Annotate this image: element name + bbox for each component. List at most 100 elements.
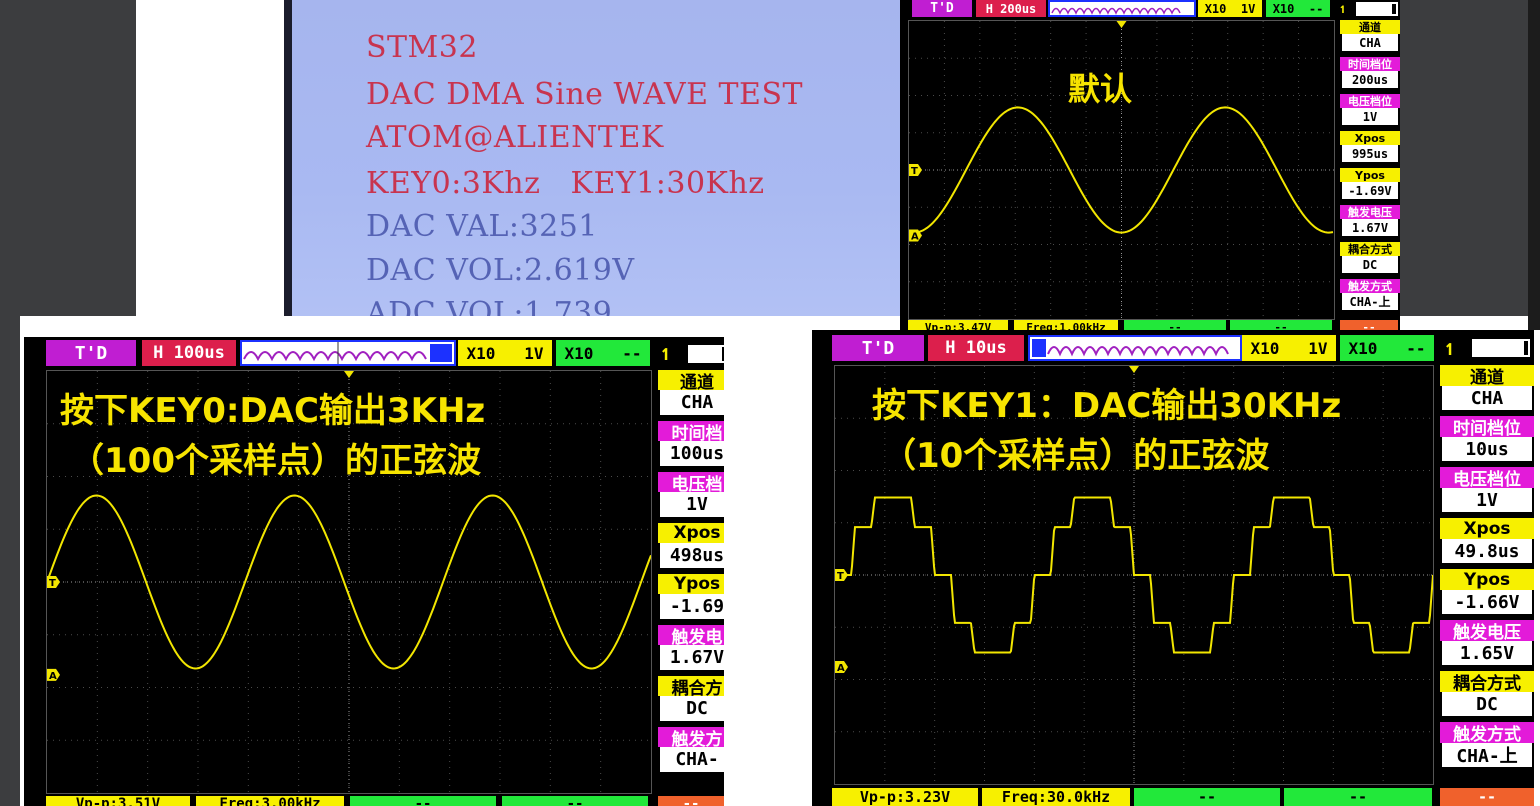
side-label[interactable]: Ypos [1340,168,1400,182]
side-label[interactable]: 耦合方式 [1440,671,1534,694]
waveform-overview [1028,335,1242,361]
scope-3khz: T'D H 100us X10 1V X10 -- ↿ TA 通道 CHA 时间档 1… [24,337,724,806]
side-label[interactable]: 电压档位 [1440,467,1534,490]
probe-label: X10 [1204,1,1227,16]
trigger-position-icon [1129,366,1139,373]
freq-readout: Freq:3.00kHz [196,796,344,806]
side-value: CHA [1342,34,1398,51]
side-value: 1.67V [660,645,724,670]
annotation-30khz-line2: （10个采样点）的正弦波 [882,436,1270,476]
lcd-line-1: STM32 [366,30,478,65]
trigger-position-icon [344,371,354,378]
side-label[interactable]: 时间档位 [1340,57,1400,71]
side-value: 10us [1442,437,1532,461]
side-label[interactable]: 触发方 [658,727,724,750]
side-value: 995us [1342,145,1398,162]
extra-readout-1: -- [350,796,496,806]
side-label[interactable]: 通道 [1340,20,1400,34]
side-label[interactable]: 通道 [1440,365,1534,388]
battery-icon [1356,2,1398,16]
annotation-3khz-line1: 按下KEY0:DAC输出3KHz [60,391,486,431]
side-value: 100us [660,441,724,466]
side-label[interactable]: 触发电压 [1440,620,1534,643]
extra-readout-3: -- [1340,320,1398,330]
trigger-marker-label: T [837,571,844,582]
trigger-position-icon [1116,21,1127,28]
extra-readout-2: -- [1284,788,1432,806]
probe2-badge: X10 -- [556,340,650,366]
side-label[interactable]: 触发电压 [1340,205,1400,219]
waveform-overview [240,340,456,366]
trigger-edge-icon: ↿ [1338,0,1348,17]
side-value: DC [1342,256,1398,273]
side-panel: 通道 CHA 时间档 100us 电压档 1V Xpos 498us Ypos -1.69 触发电 1… [658,370,724,778]
channel-marker-label: A [49,671,57,682]
probe-badge: X10 1V [458,340,552,366]
side-value: 49.8us [1442,539,1532,563]
vpp-readout: Vp-p:3.47V [908,320,1008,330]
timebase-badge: H 200us [976,0,1046,17]
annotation-default: 默认 [1068,70,1133,108]
extra-readout-1: -- [1134,788,1280,806]
overview-wave [1051,7,1181,15]
side-label[interactable]: 触发电 [658,625,724,648]
channel-marker-label: A [837,663,845,674]
waveform-trace [835,496,1433,654]
side-value: -1.69V [1342,182,1398,199]
timebase-badge: H 100us [142,340,236,366]
side-label[interactable]: Xpos [1340,131,1400,145]
side-value: DC [660,696,724,721]
probe-label: X10 [1250,338,1280,358]
extra-readout-2: -- [1230,320,1332,330]
side-panel: 通道 CHA 时间档位 10us 电压档位 1V Xpos 49.8us Ypos -1.66V 触… [1440,365,1534,773]
side-label[interactable]: 耦合方 [658,676,724,699]
lcd-line-6: DAC VOL:2.619V [366,253,635,288]
probe2-badge: X10 -- [1266,0,1330,17]
side-value: CHA [1442,386,1532,410]
side-label[interactable]: 电压档位 [1340,94,1400,108]
lcd-line-7: ADC VOL:1.739 [366,296,613,316]
trigger-edge-icon: ↿ [659,340,673,366]
volt-label: 1V [1240,1,1256,16]
side-value: 1.65V [1442,641,1532,665]
side-label[interactable]: 电压档 [658,472,724,495]
lcd-line-5: DAC VAL:3251 [366,209,598,244]
side-label[interactable]: 通道 [658,370,724,393]
side-label[interactable]: 耦合方式 [1340,242,1400,256]
probe-badge: X10 1V [1198,0,1262,17]
vpp-readout: Vp-p:3.51V [46,796,190,806]
trigger-edge-icon: ↿ [1443,335,1457,361]
scope-30khz: T'D H 10us X10 1V X10 -- ↿ TA 通道 CHA 时间档位 1… [812,330,1534,806]
side-label[interactable]: Xpos [658,523,724,543]
side-value: 1V [1342,108,1398,125]
probe2-value: -- [1308,1,1324,16]
side-label[interactable]: 时间档位 [1440,416,1534,439]
mode-badge: T'D [832,335,924,361]
side-label[interactable]: Ypos [658,574,724,594]
side-value: 1V [660,492,724,517]
side-value: CHA- [660,747,724,772]
side-value: 1.67V [1342,219,1398,236]
side-label[interactable]: 触发方式 [1440,722,1534,745]
document-gap [580,316,725,330]
trigger-marker-label: T [49,578,56,589]
lcd-line-4: KEY0:3Khz KEY1:30Khz [366,166,765,201]
side-label[interactable]: 时间档 [658,421,724,444]
vpp-readout: Vp-p:3.23V [832,788,978,806]
scope-default: T'D H 200us X10 1V X10 -- ↿ T A 通道 CHA 时间档位… [900,0,1400,330]
side-label[interactable]: Xpos [1440,518,1534,539]
waveform-overview [1048,0,1196,17]
side-panel: 通道 CHA 时间档位 200us 电压档位 1V Xpos 995us Ypos -1.69V 触… [1340,20,1400,316]
probe2-label: X10 [1272,1,1295,16]
side-label[interactable]: 触发方式 [1340,279,1400,293]
side-value: CHA [660,390,724,415]
annotation-30khz-line1: 按下KEY1：DAC输出30KHz [872,386,1342,426]
side-value: -1.69 [660,594,724,619]
mode-badge: T'D [46,340,136,366]
extra-readout-2: -- [502,796,648,806]
mode-badge: T'D [912,0,972,17]
side-label[interactable]: Ypos [1440,569,1534,590]
side-value: DC [1442,692,1532,716]
lcd-line-3: ATOM@ALIENTEK [366,120,664,155]
probe2-label: X10 [564,343,594,363]
